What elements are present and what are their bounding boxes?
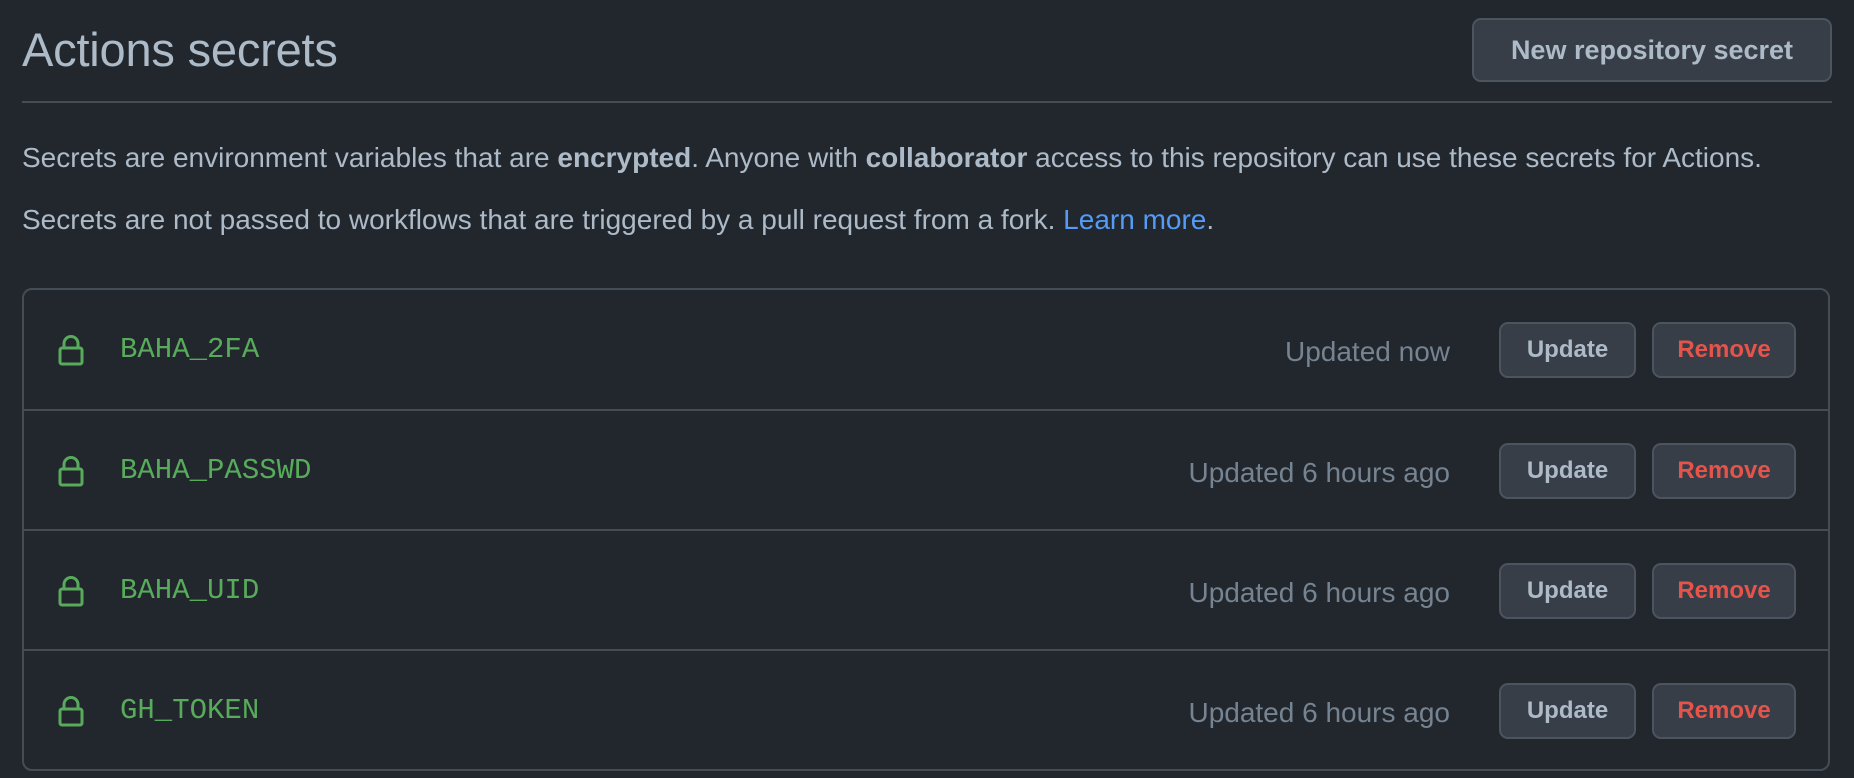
description-text: . Anyone with [691,142,866,173]
page-header: Actions secrets New repository secret [22,0,1832,103]
secret-updated-time: Updated 6 hours ago [1188,457,1450,488]
secret-name: BAHA_UID [120,574,260,607]
description-encrypted: Secrets are environment variables that a… [22,138,1762,178]
remove-secret-button[interactable]: Remove [1652,683,1796,739]
remove-secret-button[interactable]: Remove [1652,322,1796,378]
learn-more-link[interactable]: Learn more [1063,204,1206,235]
secret-row: GH_TOKEN Updated 6 hours ago Update Remo… [24,649,1828,769]
secret-row: BAHA_UID Updated 6 hours ago Update Remo… [24,529,1828,649]
lock-icon [58,456,84,487]
description-fork-notice: Secrets are not passed to workflows that… [22,200,1214,240]
update-secret-button[interactable]: Update [1499,443,1636,499]
new-repository-secret-button[interactable]: New repository secret [1472,18,1832,82]
lock-icon [58,335,84,366]
update-secret-button[interactable]: Update [1499,683,1636,739]
secret-name: BAHA_PASSWD [120,454,312,487]
description-text: Secrets are environment variables that a… [22,142,558,173]
description-text: . [1206,204,1215,235]
secrets-list: BAHA_2FA Updated now Update Remove BAHA_… [22,288,1830,771]
collaborator-emphasis: collaborator [865,142,1028,173]
secret-updated-time: Updated 6 hours ago [1188,577,1450,608]
update-secret-button[interactable]: Update [1499,563,1636,619]
description-text: Secrets are not passed to workflows that… [22,204,1064,235]
secret-updated-time: Updated now [1284,336,1450,367]
remove-secret-button[interactable]: Remove [1652,443,1796,499]
lock-icon [58,576,84,607]
secret-updated-time: Updated 6 hours ago [1188,697,1450,728]
secret-row: BAHA_PASSWD Updated 6 hours ago Update R… [24,409,1828,529]
lock-icon [58,696,84,727]
secret-name: GH_TOKEN [120,694,260,727]
encrypted-emphasis: encrypted [557,142,692,173]
page-title: Actions secrets [22,23,338,76]
secret-name: BAHA_2FA [120,333,260,366]
description-text: access to this repository can use these … [1027,142,1762,173]
update-secret-button[interactable]: Update [1499,322,1636,378]
remove-secret-button[interactable]: Remove [1652,563,1796,619]
secret-row: BAHA_2FA Updated now Update Remove [24,290,1828,409]
